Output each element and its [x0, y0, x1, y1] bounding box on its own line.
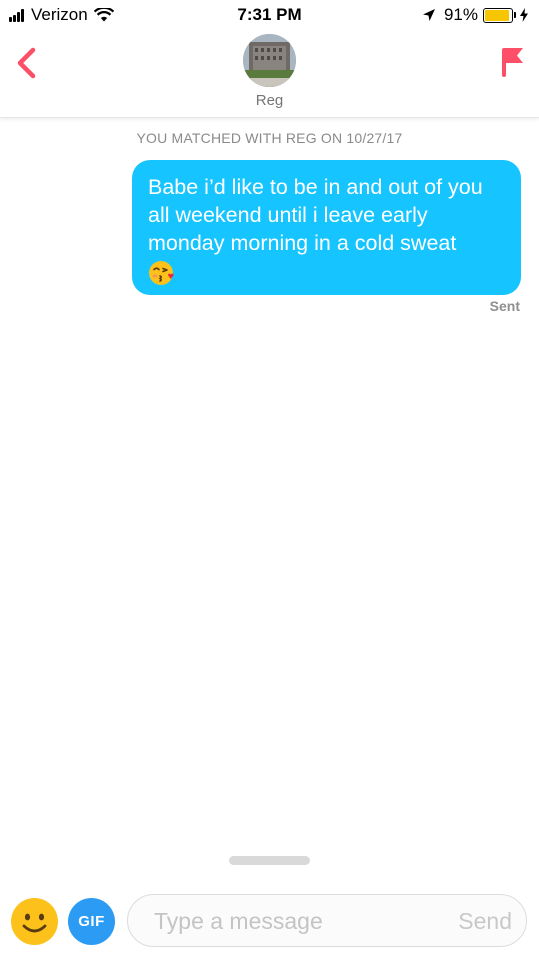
match-name[interactable]: Reg	[0, 92, 539, 109]
battery-fill	[485, 9, 509, 21]
battery-icon	[483, 7, 513, 23]
status-bar: Verizon 7:31 PM 91%	[0, 0, 539, 30]
smiley-face-icon[interactable]	[11, 898, 58, 945]
send-button[interactable]: Send	[458, 908, 512, 935]
message-text: Babe i’d like to be in and out of you al…	[148, 175, 483, 255]
match-date-label: YOU MATCHED WITH REG ON 10/27/17	[136, 130, 403, 146]
match-avatar[interactable]	[243, 34, 296, 87]
message-composer: Send	[127, 894, 527, 947]
battery-percent: 91%	[443, 5, 478, 24]
message-bubble[interactable]: Babe i’d like to be in and out of you al…	[132, 160, 521, 295]
location-arrow-icon	[422, 9, 435, 21]
message-status: Sent	[489, 298, 520, 314]
flag-icon[interactable]	[499, 45, 525, 79]
gif-button[interactable]: GIF	[68, 898, 115, 945]
chat-header: Reg	[0, 30, 539, 118]
building-photo-icon	[243, 34, 296, 87]
message-input[interactable]	[154, 906, 434, 936]
scroll-handle[interactable]	[229, 856, 310, 865]
charging-bolt-icon	[520, 8, 528, 22]
chevron-left-icon[interactable]	[14, 46, 38, 80]
battery-cap	[514, 12, 516, 18]
kissing-face-icon	[149, 260, 174, 285]
status-right: 91%	[422, 5, 529, 25]
